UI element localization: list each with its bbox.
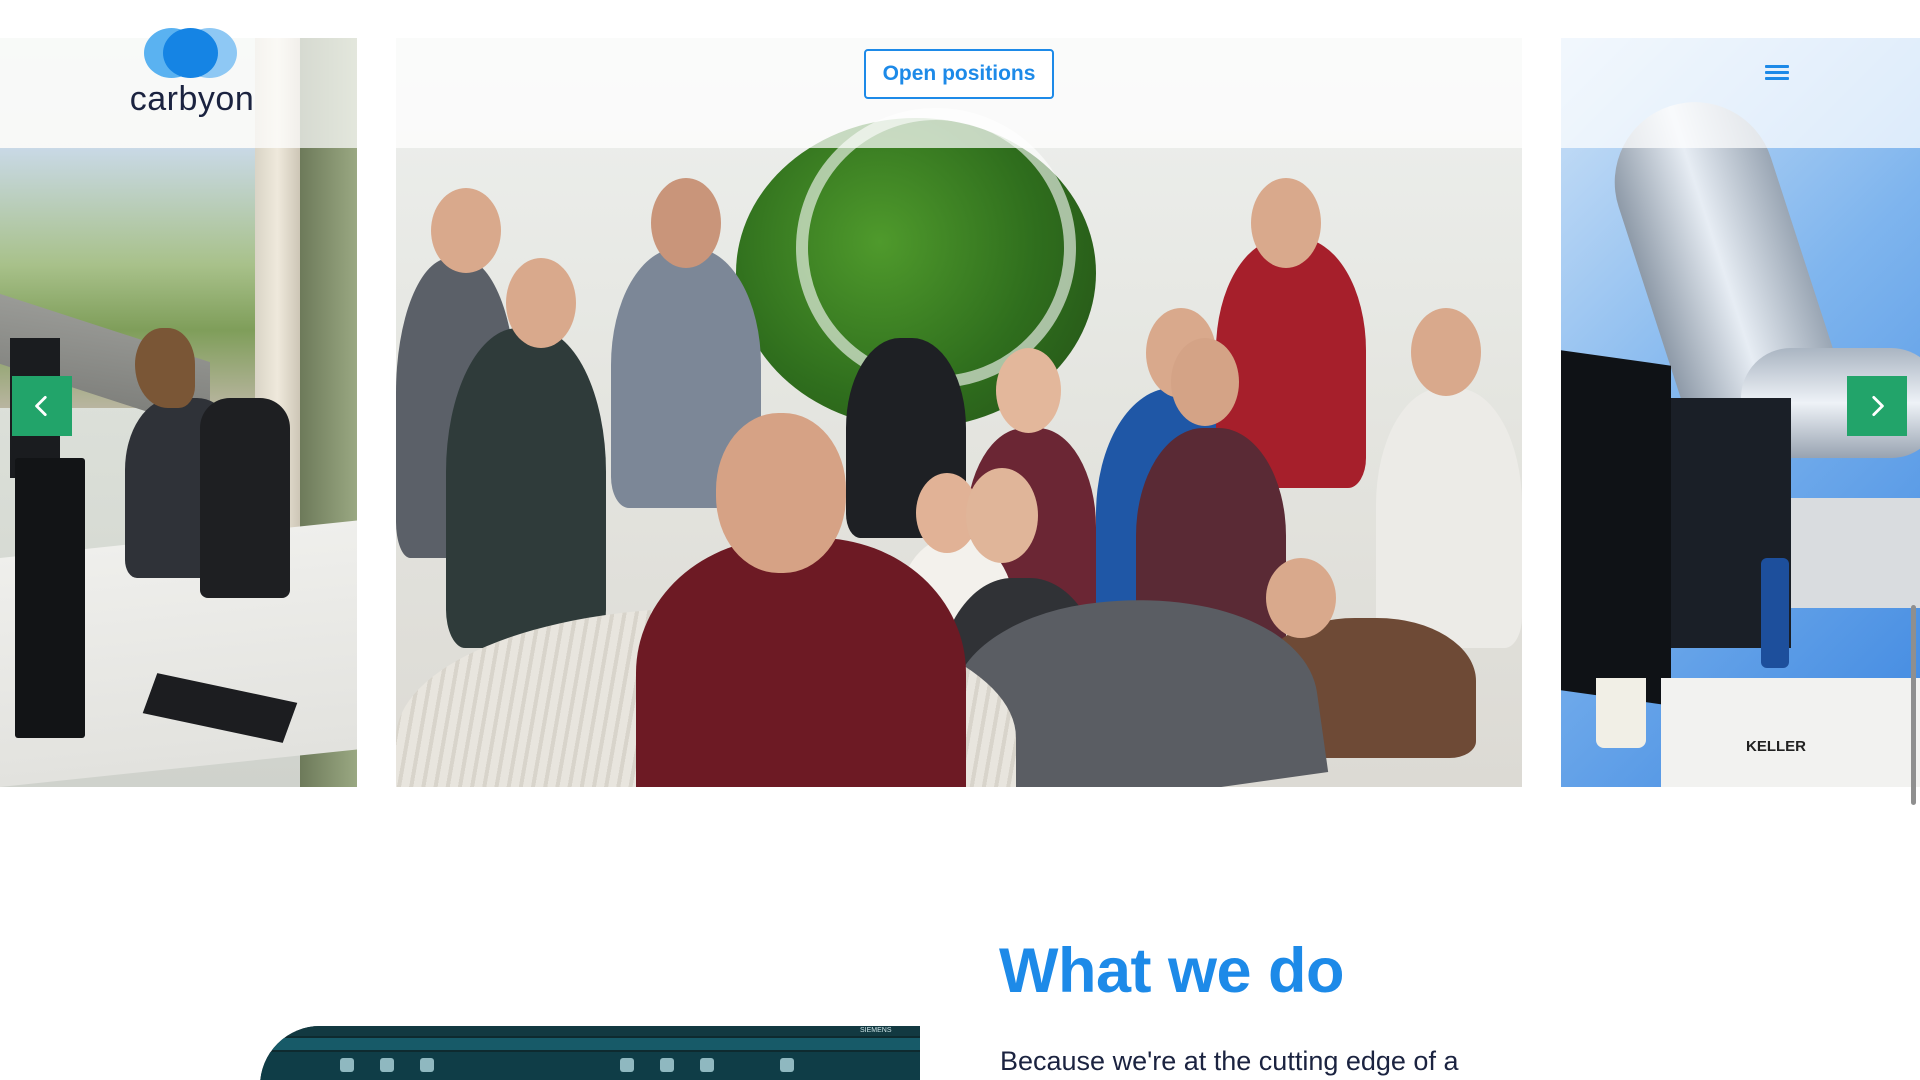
hamburger-menu-icon[interactable] [1762, 60, 1792, 86]
toolbar-icon [620, 1058, 634, 1072]
chevron-left-icon [35, 395, 47, 417]
logo-wordmark: carbyon [129, 80, 255, 118]
section-body: Because we're at the cutting edge of a [1000, 1046, 1459, 1076]
toolbar-icon [780, 1058, 794, 1072]
person-head [966, 468, 1038, 563]
person [446, 328, 606, 648]
person-foreground [636, 538, 966, 787]
office-chair [200, 398, 290, 598]
person-foreground-head [716, 413, 846, 573]
logo-circle [163, 28, 218, 78]
person-hair [135, 328, 195, 408]
equipment-box [1661, 678, 1920, 787]
software-screenshot: SIEMENS [260, 1026, 920, 1080]
person-head [996, 348, 1061, 433]
person-head [1411, 308, 1481, 396]
box-brand-label: KELLER [1746, 738, 1806, 755]
menu-line [1765, 65, 1789, 68]
section-title: What we do [999, 936, 1344, 1006]
cup [1596, 678, 1646, 748]
monitor [1561, 350, 1671, 706]
toolbar-icon [660, 1058, 674, 1072]
person-head [1171, 338, 1239, 426]
lab-device [1791, 498, 1920, 608]
menu-line [1765, 77, 1789, 80]
toolbar-icon [700, 1058, 714, 1072]
ribbon-tabs [260, 1038, 920, 1050]
software-brand: SIEMENS [860, 1027, 892, 1034]
carousel-prev-button[interactable] [12, 376, 72, 436]
scrollbar-thumb[interactable] [1911, 605, 1916, 805]
ribbon-toolbar [260, 1052, 920, 1080]
chevron-right-icon [1872, 395, 1884, 417]
person-head [431, 188, 501, 273]
page-scrollbar[interactable] [1908, 0, 1920, 1080]
open-positions-button[interactable]: Open positions [864, 49, 1054, 99]
menu-line [1765, 71, 1789, 74]
person-head [1266, 558, 1336, 638]
person-head [1251, 178, 1321, 268]
toolbar-icon [420, 1058, 434, 1072]
toolbar-icon [380, 1058, 394, 1072]
person-head [506, 258, 576, 348]
titlebar [260, 1026, 920, 1036]
monitor [15, 458, 85, 738]
carbyon-logo[interactable]: carbyon [122, 26, 262, 120]
bottle [1761, 558, 1789, 668]
carousel-next-button[interactable] [1847, 376, 1907, 436]
person [1376, 388, 1522, 648]
carousel-slide-current [396, 38, 1522, 787]
toolbar-icon [340, 1058, 354, 1072]
person-head [651, 178, 721, 268]
